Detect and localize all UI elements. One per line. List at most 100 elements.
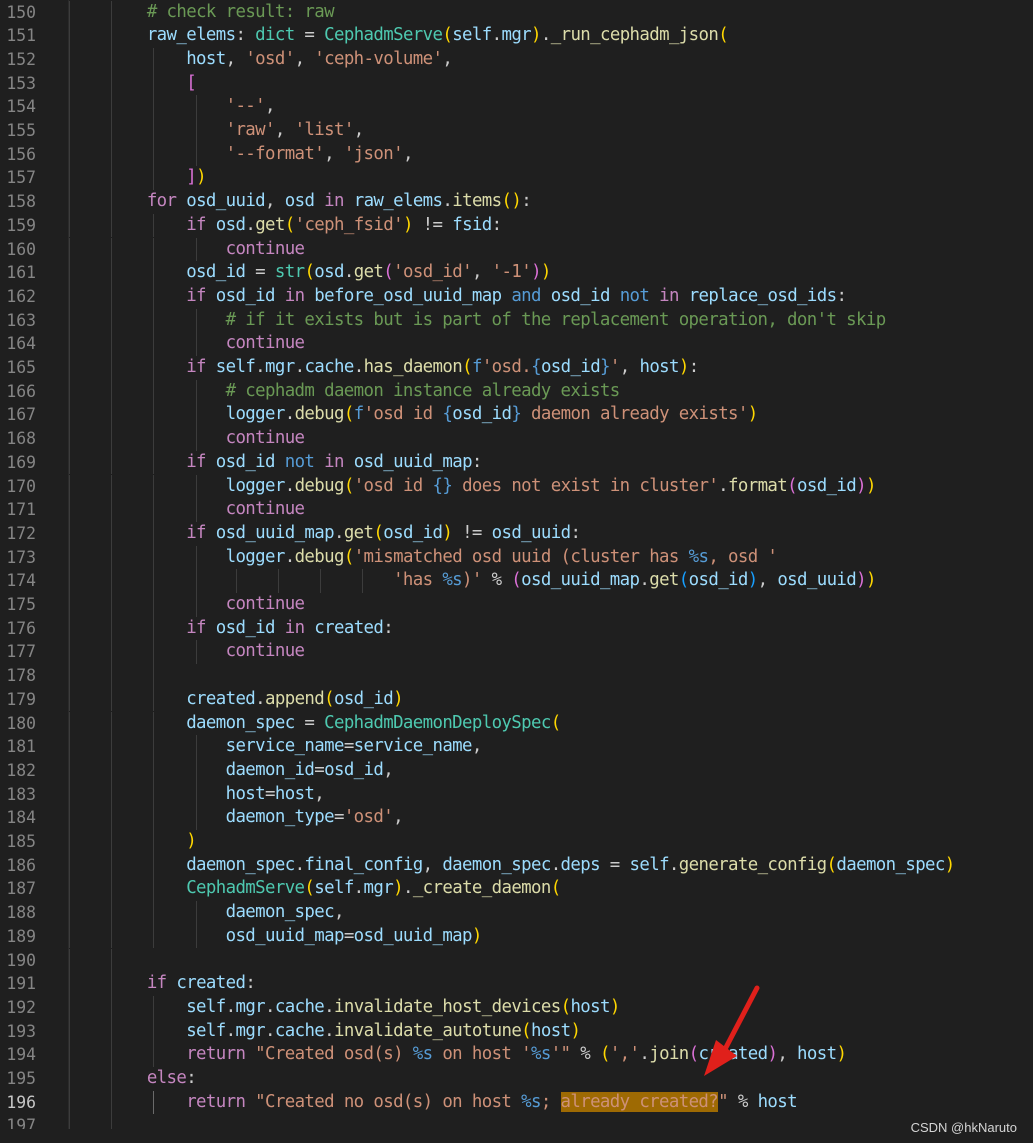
code-line[interactable]: 178 bbox=[0, 664, 1033, 688]
code-token: . bbox=[294, 357, 305, 377]
code-line[interactable]: 180 daemon_spec = CephadmDaemonDeploySpe… bbox=[0, 711, 1033, 736]
code-token: {} bbox=[432, 475, 453, 496]
code-text: if osd_id in before_osd_uuid_map and osd… bbox=[68, 285, 847, 309]
code-line[interactable]: 196 return "Created no osd(s) on host %s… bbox=[0, 1090, 1033, 1115]
code-line[interactable]: 195 else: bbox=[0, 1067, 1033, 1091]
code-token: . bbox=[353, 357, 364, 377]
code-line[interactable]: 188 daemon_spec, bbox=[0, 901, 1033, 925]
code-token: % bbox=[481, 570, 512, 591]
code-token: : bbox=[688, 357, 699, 377]
code-line[interactable]: 159 if osd.get('ceph_fsid') != fsid: bbox=[0, 213, 1033, 238]
code-line[interactable]: 157 ]) bbox=[0, 166, 1033, 191]
code-line[interactable]: 166 # cephadm daemon instance already ex… bbox=[0, 379, 1033, 404]
code-token: osd_id bbox=[797, 475, 857, 496]
code-line[interactable]: 158 for osd_uuid, osd in raw_elems.items… bbox=[0, 190, 1033, 214]
code-line[interactable]: 162 if osd_id in before_osd_uuid_map and… bbox=[0, 284, 1033, 309]
code-token: ( bbox=[304, 878, 315, 899]
code-line[interactable]: 163 # if it exists but is part of the re… bbox=[0, 308, 1033, 333]
code-token: . bbox=[550, 854, 561, 875]
code-line[interactable]: 193 self.mgr.cache.invalidate_autotune(h… bbox=[0, 1019, 1033, 1044]
code-line[interactable]: 194 return "Created osd(s) %s on host '%… bbox=[0, 1043, 1033, 1067]
code-token: : bbox=[383, 617, 394, 638]
code-line[interactable]: 174 'has %s)' % (osd_uuid_map.get(osd_id… bbox=[0, 569, 1033, 593]
code-line[interactable]: 189 osd_uuid_map=osd_uuid_map) bbox=[0, 924, 1033, 949]
code-token: ( bbox=[560, 996, 571, 1017]
code-token: daemon already exists' bbox=[521, 404, 748, 425]
code-token: osd_id bbox=[186, 262, 246, 283]
code-text: if osd_uuid_map.get(osd_id) != osd_uuid: bbox=[68, 522, 581, 546]
line-number: 176 bbox=[6, 618, 36, 638]
code-line[interactable]: 160 continue bbox=[0, 237, 1033, 262]
code-token: . bbox=[324, 1020, 335, 1041]
code-line[interactable]: 191 if created: bbox=[0, 972, 1033, 996]
code-line[interactable]: 165 if self.mgr.cache.has_daemon(f'osd.{… bbox=[0, 356, 1033, 380]
code-line[interactable]: 177 continue bbox=[0, 640, 1033, 665]
code-token: service_name bbox=[225, 736, 345, 757]
code-token: items bbox=[452, 191, 502, 212]
code-token: ( bbox=[343, 546, 354, 567]
code-line[interactable]: 184 daemon_type='osd', bbox=[0, 806, 1033, 830]
horizontal-scrollbar[interactable] bbox=[0, 1129, 1033, 1143]
code-line[interactable]: 182 daemon_id=osd_id, bbox=[0, 758, 1033, 783]
line-number: 167 bbox=[6, 405, 36, 425]
code-line[interactable]: 176 if osd_id in created: bbox=[0, 616, 1033, 641]
code-line[interactable]: 151 raw_elems: dict = CephadmServe(self.… bbox=[0, 24, 1033, 48]
code-line[interactable]: 192 self.mgr.cache.invalidate_host_devic… bbox=[0, 995, 1033, 1020]
code-line[interactable]: 156 '--format', 'json', bbox=[0, 142, 1033, 167]
code-line[interactable]: 172 if osd_uuid_map.get(osd_id) != osd_u… bbox=[0, 521, 1033, 546]
code-line[interactable]: 171 continue bbox=[0, 498, 1033, 522]
code-token: = bbox=[343, 736, 354, 757]
code-text: osd_id = str(osd.get('osd_id', '-1')) bbox=[68, 261, 551, 285]
code-line[interactable]: 190 bbox=[0, 948, 1033, 973]
code-token: host bbox=[639, 357, 679, 377]
code-token: ( bbox=[442, 25, 453, 46]
code-token: self bbox=[215, 357, 256, 377]
code-line[interactable]: 153 [ bbox=[0, 71, 1033, 96]
code-token: '" bbox=[550, 1044, 571, 1065]
code-line[interactable]: 168 continue bbox=[0, 427, 1033, 451]
code-token: continue bbox=[225, 238, 305, 259]
code-token: mgr bbox=[501, 25, 532, 46]
code-line[interactable]: 155 'raw', 'list', bbox=[0, 119, 1033, 143]
code-text: logger.debug(f'osd id {osd_id} daemon al… bbox=[68, 403, 759, 427]
code-text: 'raw', 'list', bbox=[68, 119, 365, 143]
code-token: if bbox=[186, 357, 206, 377]
code-token: osd_id bbox=[215, 451, 276, 472]
code-token: '--format' bbox=[225, 143, 325, 164]
code-line[interactable]: 187 CephadmServe(self.mgr)._create_daemo… bbox=[0, 877, 1033, 902]
code-line[interactable]: 164 continue bbox=[0, 332, 1033, 356]
code-line[interactable]: 167 logger.debug(f'osd id {osd_id} daemo… bbox=[0, 403, 1033, 428]
code-token: . bbox=[284, 546, 295, 567]
code-line[interactable]: 175 continue bbox=[0, 593, 1033, 617]
code-line[interactable]: 186 daemon_spec.final_config, daemon_spe… bbox=[0, 853, 1033, 878]
code-line[interactable]: 185 ) bbox=[0, 830, 1033, 854]
code-line[interactable]: 154 '--', bbox=[0, 95, 1033, 119]
code-token: ( bbox=[787, 475, 797, 496]
code-token: # if it exists but is part of the replac… bbox=[225, 309, 887, 330]
code-line[interactable]: 170 logger.debug('osd id {} does not exi… bbox=[0, 474, 1033, 499]
code-token: daemon_spec bbox=[225, 902, 335, 923]
line-number: 156 bbox=[6, 144, 36, 164]
code-line[interactable]: 169 if osd_id not in osd_uuid_map: bbox=[0, 450, 1033, 475]
code-line[interactable]: 152 host, 'osd', 'ceph-volume', bbox=[0, 47, 1033, 72]
code-token: . bbox=[668, 854, 679, 875]
code-token: . bbox=[225, 996, 236, 1017]
code-line[interactable]: 179 created.append(osd_id) bbox=[0, 687, 1033, 712]
code-line[interactable]: 161 osd_id = str(osd.get('osd_id', '-1')… bbox=[0, 261, 1033, 285]
code-line[interactable]: 181 service_name=service_name, bbox=[0, 735, 1033, 759]
code-token: deps bbox=[560, 854, 601, 875]
line-number: 177 bbox=[6, 642, 36, 662]
code-token: () bbox=[501, 191, 522, 212]
code-line[interactable]: 173 logger.debug('mismatched osd uuid (c… bbox=[0, 545, 1033, 570]
code-token: daemon_spec bbox=[836, 854, 945, 875]
line-number: 184 bbox=[6, 808, 36, 828]
code-token: osd_id bbox=[452, 404, 512, 425]
code-token: ) bbox=[678, 357, 689, 377]
code-line[interactable]: 150 # check result: raw bbox=[0, 0, 1033, 25]
code-token: ) bbox=[531, 25, 541, 46]
line-number: 151 bbox=[6, 26, 36, 46]
code-token: ) bbox=[540, 262, 551, 283]
code-line[interactable]: 183 host=host, bbox=[0, 782, 1033, 807]
code-editor[interactable]: 150 # check result: raw 151 raw_elems: di… bbox=[0, 0, 1033, 1143]
